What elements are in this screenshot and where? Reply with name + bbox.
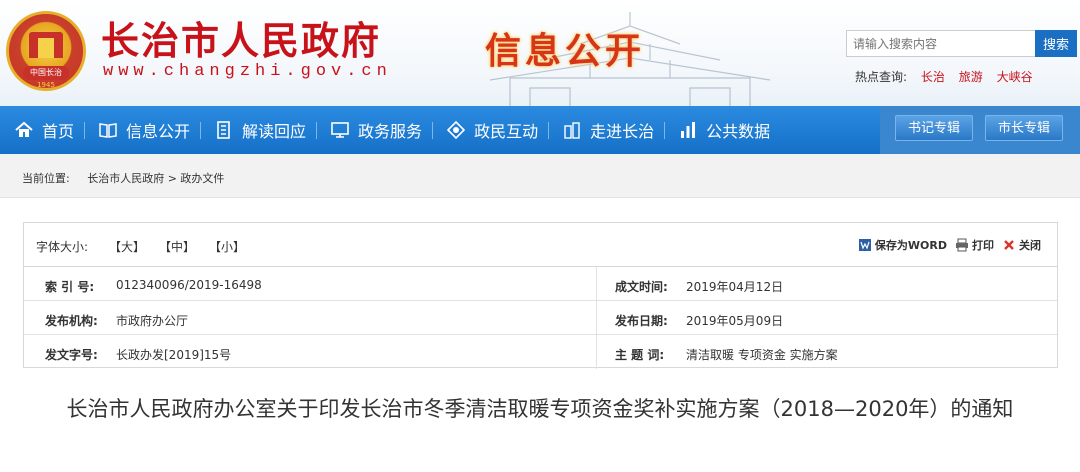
meta-row: 索 引 号: 012340096/2019-16498 成文时间: 2019年0…	[24, 267, 1057, 301]
publish-date-value: 2019年05月09日	[686, 314, 784, 328]
bar-chart-icon	[681, 122, 696, 138]
print-button[interactable]: 打印	[955, 237, 994, 253]
breadcrumb-separator: >	[167, 172, 177, 185]
index-number-label: 索 引 号:	[45, 280, 95, 294]
publish-date-label: 发布日期:	[615, 314, 668, 328]
city-icon	[564, 122, 580, 139]
written-date-value: 2019年04月12日	[686, 280, 784, 294]
font-size-large[interactable]: 【大】	[109, 238, 145, 255]
city-emblem-logo[interactable]: 中国长治 1945	[6, 11, 86, 91]
font-size-medium[interactable]: 【中】	[159, 238, 195, 255]
nav-label: 政务服务	[358, 122, 423, 141]
search-input[interactable]	[846, 30, 1036, 57]
close-label: 关闭	[1019, 239, 1041, 252]
nav-item-interaction[interactable]: 政民互动	[432, 106, 548, 154]
written-date-label: 成文时间:	[615, 280, 668, 294]
save-word-button[interactable]: 保存为WORD	[858, 237, 947, 253]
main-nav: 首页 信息公开 解读回应 政务服务 政民互动 走进长治 公共数据 书记专辑 市长…	[0, 106, 1080, 154]
hot-link-tourism[interactable]: 旅游	[959, 70, 983, 84]
printer-icon	[956, 238, 968, 252]
document-number-value: 长政办发[2019]15号	[116, 348, 232, 362]
hot-link-changzhi[interactable]: 长治	[921, 70, 945, 84]
print-label: 打印	[972, 239, 994, 252]
row-divider	[596, 335, 597, 369]
close-button[interactable]: 关闭	[1002, 237, 1041, 253]
keywords-value: 清洁取暖 专项资金 实施方案	[686, 348, 838, 362]
gate-icon	[29, 32, 63, 58]
keywords-label: 主 题 词:	[615, 348, 665, 362]
monitor-icon	[331, 122, 349, 138]
mayor-column-button[interactable]: 市长专辑	[985, 115, 1063, 141]
nav-label: 走进长治	[590, 122, 655, 141]
meta-row: 发布机构: 市政府办公厅 发布日期: 2019年05月09日	[24, 301, 1057, 335]
special-column-area: 书记专辑 市长专辑	[880, 106, 1080, 154]
breadcrumb-current[interactable]: 政办文件	[180, 172, 224, 185]
nav-label: 公共数据	[706, 122, 771, 141]
save-word-label: 保存为WORD	[874, 239, 947, 252]
section-title: 信息公开	[485, 31, 646, 72]
nav-item-home[interactable]: 首页	[0, 106, 84, 154]
nav-label: 政民互动	[474, 122, 539, 141]
site-header: 中国长治 1945 长治市人民政府 www.changzhi.gov.cn 信息…	[0, 0, 1080, 106]
document-tools: 保存为WORD 打印 关闭	[850, 237, 1041, 253]
nav-label: 信息公开	[126, 122, 191, 141]
font-size-label: 字体大小:	[36, 240, 89, 254]
nav-item-interpretation[interactable]: 解读回应	[200, 106, 316, 154]
hot-search-label: 热点查询:	[855, 70, 908, 84]
hot-link-canyon[interactable]: 大峡谷	[997, 70, 1033, 84]
issuing-agency-label: 发布机构:	[45, 314, 98, 328]
nav-item-public-data[interactable]: 公共数据	[664, 106, 780, 154]
document-number-label: 发文字号:	[45, 348, 98, 362]
emblem-year: 1945	[37, 81, 55, 89]
emblem-text: 中国长治	[23, 66, 69, 80]
word-icon	[858, 239, 871, 251]
breadcrumb: 当前位置: 长治市人民政府 > 政办文件	[0, 154, 1080, 198]
nav-item-info-disclosure[interactable]: 信息公开	[84, 106, 200, 154]
close-icon	[1004, 240, 1014, 250]
site-url: www.changzhi.gov.cn	[103, 62, 392, 81]
book-icon	[99, 123, 117, 138]
index-number-value: 012340096/2019-16498	[116, 278, 262, 292]
document-icon	[217, 121, 230, 139]
article-title: 长治市人民政府办公室关于印发长治市冬季清洁取暖专项资金奖补实施方案（2018—2…	[66, 397, 1014, 421]
nav-label: 首页	[42, 122, 75, 141]
row-divider	[596, 267, 597, 301]
issuing-agency-value: 市政府办公厅	[116, 314, 189, 328]
interaction-icon	[446, 120, 466, 140]
site-title[interactable]: 长治市人民政府	[101, 10, 381, 65]
breadcrumb-home[interactable]: 长治市人民政府	[87, 172, 164, 185]
document-toolbar: 字体大小: 【大】 【中】 【小】 保存为WORD 打印 关闭	[24, 223, 1057, 267]
nav-item-gov-services[interactable]: 政务服务	[316, 106, 432, 154]
nav-label: 解读回应	[242, 122, 307, 141]
document-info-panel: 字体大小: 【大】 【中】 【小】 保存为WORD 打印 关闭 索 引 号: 0…	[23, 222, 1058, 369]
breadcrumb-label: 当前位置:	[22, 172, 70, 185]
search-button[interactable]: 搜索	[1035, 30, 1077, 57]
row-divider	[596, 301, 597, 335]
font-size-small[interactable]: 【小】	[209, 238, 245, 255]
secretary-column-button[interactable]: 书记专辑	[895, 115, 973, 141]
nav-item-about-city[interactable]: 走进长治	[548, 106, 664, 154]
meta-row: 发文字号: 长政办发[2019]15号 主 题 词: 清洁取暖 专项资金 实施方…	[24, 335, 1057, 369]
home-icon	[15, 121, 33, 137]
hot-search: 热点查询: 长治 旅游 大峡谷	[855, 68, 1033, 85]
